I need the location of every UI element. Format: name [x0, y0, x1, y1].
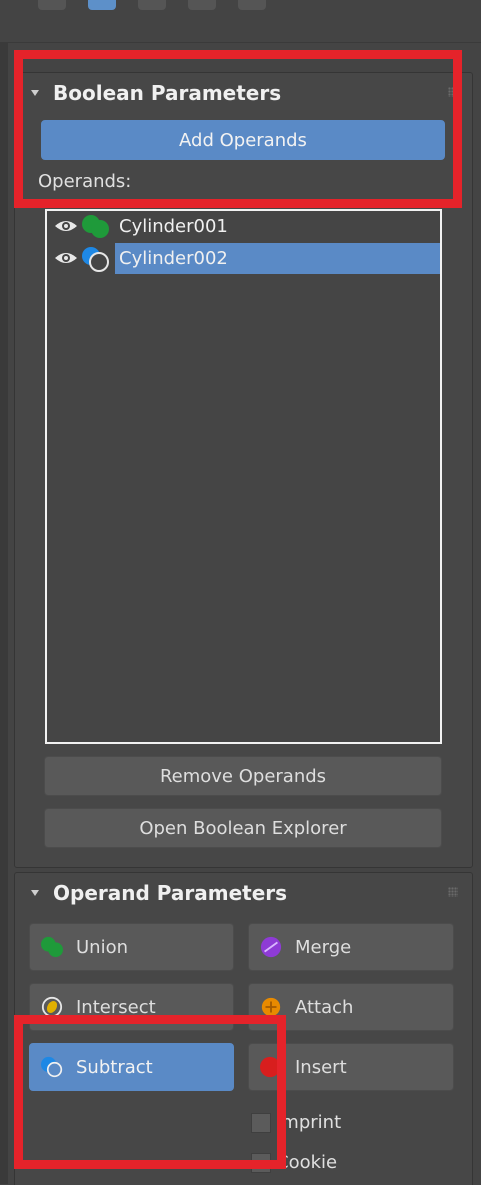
- add-operands-label: Add Operands: [179, 130, 307, 151]
- subtract-icon: [41, 1056, 63, 1078]
- operands-label: Operands:: [38, 171, 132, 192]
- operand-name: Cylinder001: [119, 216, 228, 237]
- intersect-button[interactable]: Intersect: [29, 983, 234, 1031]
- attach-label: Attach: [295, 997, 354, 1018]
- remove-operands-label: Remove Operands: [159, 766, 327, 787]
- subtract-button[interactable]: Subtract: [29, 1043, 234, 1091]
- boolean-parameters-title: Boolean Parameters: [53, 81, 282, 105]
- merge-label: Merge: [295, 937, 352, 958]
- display-tab[interactable]: [238, 0, 266, 10]
- subtract-label: Subtract: [76, 1057, 153, 1078]
- cookie-checkbox[interactable]: [251, 1153, 271, 1173]
- imprint-checkbox[interactable]: [251, 1113, 271, 1133]
- grip-icon[interactable]: [448, 887, 458, 897]
- attach-button[interactable]: Attach: [248, 983, 454, 1031]
- grip-icon[interactable]: [448, 87, 458, 97]
- create-tab[interactable]: [38, 0, 66, 10]
- collapse-arrow-icon[interactable]: [31, 890, 39, 896]
- cookie-label: Cookie: [276, 1152, 338, 1173]
- add-operands-button[interactable]: Add Operands: [41, 120, 445, 160]
- operand-name: Cylinder002: [115, 243, 440, 274]
- union-button[interactable]: Union: [29, 923, 234, 971]
- eye-icon[interactable]: [54, 219, 78, 233]
- boolean-parameters-header[interactable]: Boolean Parameters: [15, 73, 472, 111]
- imprint-label: Imprint: [276, 1112, 342, 1133]
- left-edge: [0, 0, 8, 1184]
- hierarchy-tab[interactable]: [138, 0, 166, 10]
- remove-operands-button[interactable]: Remove Operands: [44, 756, 442, 796]
- eye-icon[interactable]: [54, 251, 78, 265]
- insert-label: Insert: [295, 1057, 347, 1078]
- subtract-icon: [82, 247, 109, 272]
- intersect-label: Intersect: [76, 997, 156, 1018]
- union-icon: [41, 936, 63, 958]
- insert-icon: [260, 1056, 281, 1078]
- attach-icon: [261, 997, 281, 1017]
- intersect-icon: [41, 996, 63, 1018]
- operand-parameters-title: Operand Parameters: [53, 881, 288, 905]
- insert-button[interactable]: Insert: [248, 1043, 454, 1091]
- open-boolean-explorer-label: Open Boolean Explorer: [139, 818, 347, 839]
- operand-parameters-header[interactable]: Operand Parameters: [15, 873, 472, 911]
- open-boolean-explorer-button[interactable]: Open Boolean Explorer: [44, 808, 442, 848]
- list-item[interactable]: Cylinder002: [47, 243, 440, 274]
- merge-icon: [260, 936, 282, 958]
- merge-button[interactable]: Merge: [248, 923, 454, 971]
- list-item[interactable]: Cylinder001: [47, 211, 440, 242]
- motion-tab[interactable]: [188, 0, 216, 10]
- union-icon: [82, 215, 109, 238]
- operands-list[interactable]: Cylinder001 Cylinder002: [45, 209, 442, 744]
- modify-tab[interactable]: [88, 0, 116, 10]
- union-label: Union: [76, 937, 129, 958]
- collapse-arrow-icon[interactable]: [31, 90, 39, 96]
- command-panel-tabs: [0, 0, 481, 43]
